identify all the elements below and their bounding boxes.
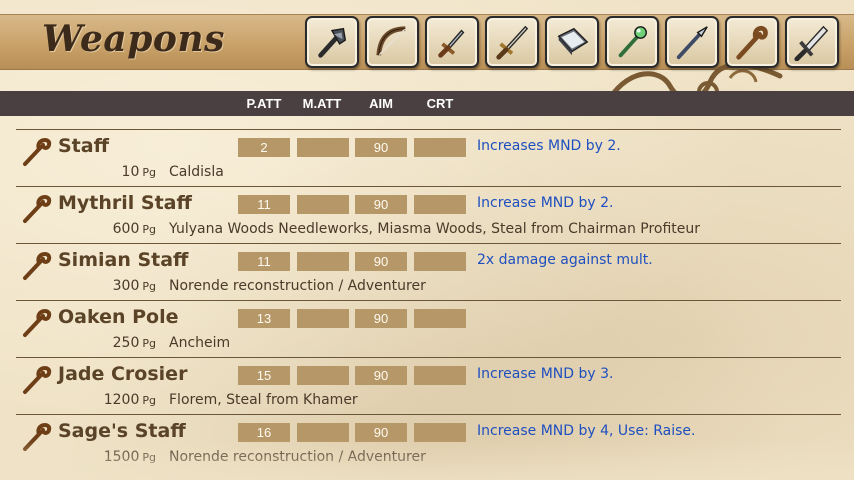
column-patt: P.ATT xyxy=(246,96,282,111)
price-value: 1200 xyxy=(103,392,140,408)
stat-patt: 2 xyxy=(238,138,290,157)
stat-aim: 90 xyxy=(355,252,407,271)
list-item[interactable]: Sage's Staff 16 90 Increase MND by 4, Us… xyxy=(16,414,841,472)
price-value: 10 xyxy=(121,164,140,180)
item-source: Ancheim xyxy=(169,335,231,351)
price-value: 300 xyxy=(112,278,140,294)
price-value: 600 xyxy=(112,221,140,237)
stat-patt: 11 xyxy=(238,195,290,214)
tab-broadsword[interactable] xyxy=(785,16,839,68)
list-item[interactable]: Jade Crosier 15 90 Increase MND by 3. 12… xyxy=(16,357,841,415)
item-name: Jade Crosier xyxy=(58,363,188,385)
stat-crt xyxy=(414,366,466,385)
tab-staff[interactable] xyxy=(725,16,779,68)
stat-aim: 90 xyxy=(355,138,407,157)
list-item[interactable]: Mythril Staff 11 90 Increase MND by 2. 6… xyxy=(16,186,841,244)
tab-sword[interactable] xyxy=(485,16,539,68)
column-crt: CRT xyxy=(426,96,454,111)
stat-patt: 16 xyxy=(238,423,290,442)
stat-matt xyxy=(297,252,349,271)
item-price: 1500 Pg xyxy=(86,449,156,465)
staff-icon xyxy=(23,252,52,280)
stat-aim: 90 xyxy=(355,309,407,328)
staff-icon xyxy=(23,195,52,223)
item-price: 1200 Pg xyxy=(86,392,156,408)
item-source: Yulyana Woods Needleworks, Miasma Woods,… xyxy=(169,221,701,237)
stat-patt: 13 xyxy=(238,309,290,328)
item-effect: Increase MND by 2. xyxy=(477,195,614,211)
list-item[interactable]: Simian Staff 11 90 2x damage against mul… xyxy=(16,243,841,301)
price-unit: Pg xyxy=(142,451,156,464)
header: Weapons xyxy=(0,0,854,103)
tab-spear[interactable] xyxy=(665,16,719,68)
item-effect: 2x damage against mult. xyxy=(477,252,653,268)
item-effect: Increase MND by 4, Use: Raise. xyxy=(477,423,696,439)
staff-icon xyxy=(23,138,52,166)
tab-book[interactable] xyxy=(545,16,599,68)
price-unit: Pg xyxy=(142,337,156,350)
bow-icon xyxy=(376,26,406,56)
item-price: 250 Pg xyxy=(86,335,156,351)
stat-crt xyxy=(414,252,466,271)
list-item[interactable]: Oaken Pole 13 90 250 Pg Ancheim xyxy=(16,300,841,358)
stat-crt xyxy=(414,423,466,442)
staff-icon xyxy=(736,26,768,60)
stat-patt: 11 xyxy=(238,252,290,271)
column-header-bar: P.ATT M.ATT AIM CRT xyxy=(0,91,854,116)
stat-crt xyxy=(414,138,466,157)
axe-icon xyxy=(318,27,347,58)
item-source: Norende reconstruction / Adventurer xyxy=(169,449,426,465)
broadsword-icon xyxy=(794,25,829,61)
staff-icon xyxy=(23,309,52,337)
item-price: 10 Pg xyxy=(86,164,156,180)
stat-matt xyxy=(297,309,349,328)
price-unit: Pg xyxy=(142,280,156,293)
stat-aim: 90 xyxy=(355,366,407,385)
item-source: Norende reconstruction / Adventurer xyxy=(169,278,426,294)
stat-patt: 15 xyxy=(238,366,290,385)
tab-rod[interactable] xyxy=(605,16,659,68)
item-effect: Increases MND by 2. xyxy=(477,138,621,154)
spear-icon xyxy=(676,26,708,60)
column-matt: M.ATT xyxy=(302,96,342,111)
price-unit: Pg xyxy=(142,166,156,179)
sword-icon xyxy=(496,25,529,60)
stat-matt xyxy=(297,366,349,385)
item-name: Staff xyxy=(58,135,109,157)
book-icon xyxy=(557,27,589,56)
item-price: 600 Pg xyxy=(86,221,156,237)
stat-matt xyxy=(297,138,349,157)
staff-icon xyxy=(23,366,52,394)
price-unit: Pg xyxy=(142,223,156,236)
item-name: Sage's Staff xyxy=(58,420,186,442)
item-name: Mythril Staff xyxy=(58,192,192,214)
stat-matt xyxy=(297,195,349,214)
stat-matt xyxy=(297,423,349,442)
price-value: 1500 xyxy=(103,449,140,465)
item-name: Oaken Pole xyxy=(58,306,179,328)
item-price: 300 Pg xyxy=(86,278,156,294)
page-title: Weapons xyxy=(42,18,225,60)
item-name: Simian Staff xyxy=(58,249,189,271)
stat-crt xyxy=(414,309,466,328)
price-unit: Pg xyxy=(142,394,156,407)
item-source: Florem, Steal from Khamer xyxy=(169,392,358,408)
tab-bow[interactable] xyxy=(365,16,419,68)
rod-icon xyxy=(618,26,647,58)
tab-dagger[interactable] xyxy=(425,16,479,68)
item-effect: Increase MND by 3. xyxy=(477,366,614,382)
column-aim: AIM xyxy=(369,96,393,111)
item-source: Caldisla xyxy=(169,164,224,180)
dagger-icon xyxy=(438,29,465,58)
tab-axe[interactable] xyxy=(305,16,359,68)
staff-icon xyxy=(23,423,52,451)
stat-aim: 90 xyxy=(355,195,407,214)
price-value: 250 xyxy=(112,335,140,351)
list-item[interactable]: Staff 2 90 Increases MND by 2. 10 Pg Cald… xyxy=(16,129,841,187)
stat-aim: 90 xyxy=(355,423,407,442)
stat-crt xyxy=(414,195,466,214)
